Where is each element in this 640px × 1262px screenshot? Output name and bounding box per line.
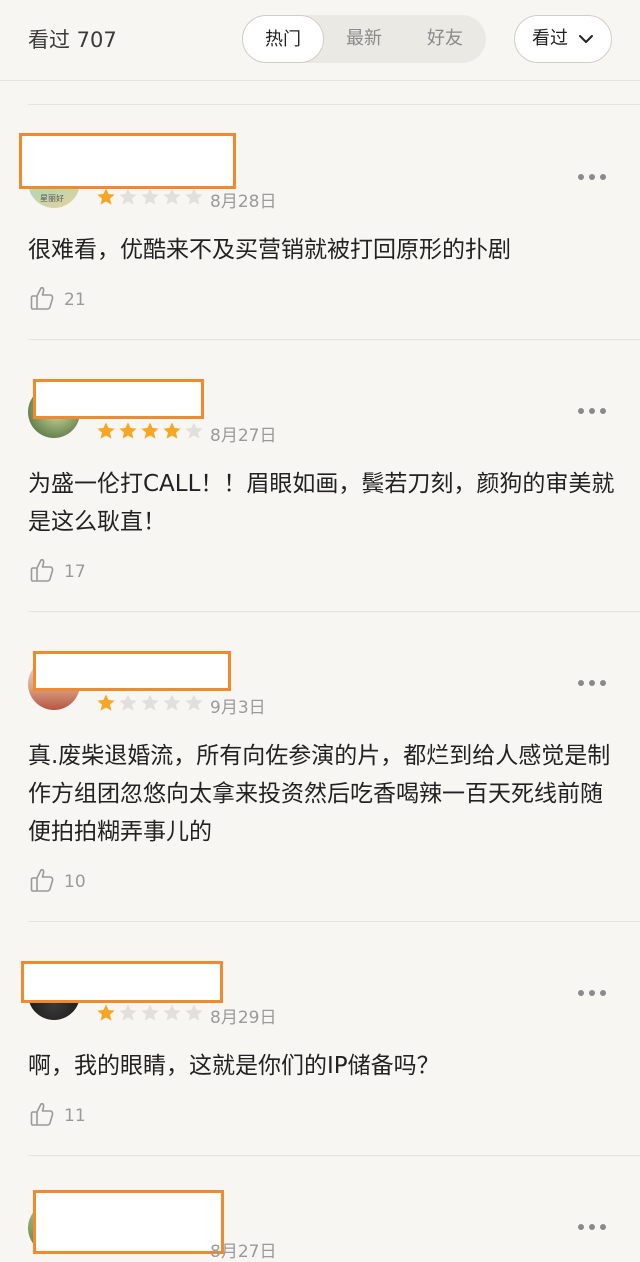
star-empty-icon	[185, 422, 203, 439]
star-filled-icon	[97, 1004, 115, 1021]
username-redaction	[33, 651, 231, 691]
review-date: 8月29日	[210, 1008, 277, 1028]
filter-label: 看过	[532, 28, 568, 49]
sort-segmented-control: 热门 最新 好友	[242, 15, 486, 63]
star-empty-icon	[163, 188, 181, 205]
tab-latest[interactable]: 最新	[324, 15, 404, 63]
star-filled-icon	[97, 188, 115, 205]
review-text: 为盛一伦打CALL！！眉眼如画，鬓若刀刻，颜狗的审美就是这么耿直！	[28, 471, 615, 535]
star-empty-icon	[141, 188, 159, 205]
username-redaction	[21, 961, 223, 1003]
more-options-icon[interactable]	[578, 1224, 606, 1232]
like-count: 21	[64, 290, 86, 310]
more-options-icon[interactable]	[578, 174, 606, 182]
review-text: 很难看，优酷来不及买营销就被打回原形的扑剧	[28, 237, 511, 263]
star-filled-icon	[141, 422, 159, 439]
tab-friends[interactable]: 好友	[404, 15, 486, 63]
like-count: 10	[64, 872, 86, 892]
like-count: 11	[64, 1106, 86, 1126]
thumbs-up-icon[interactable]	[30, 1101, 54, 1127]
divider	[28, 339, 640, 340]
star-empty-icon	[119, 1004, 137, 1021]
chevron-down-icon	[579, 35, 593, 43]
star-empty-icon	[185, 1004, 203, 1021]
divider	[28, 104, 640, 105]
review-date: 8月28日	[210, 192, 277, 212]
username-redaction	[19, 133, 236, 189]
more-options-icon[interactable]	[578, 680, 606, 688]
star-empty-icon	[163, 1004, 181, 1021]
more-options-icon[interactable]	[578, 990, 606, 998]
star-filled-icon	[119, 422, 137, 439]
username-redaction	[33, 379, 204, 419]
star-empty-icon	[141, 694, 159, 711]
star-filled-icon	[97, 694, 115, 711]
tab-hot[interactable]: 热门	[242, 15, 324, 63]
divider	[28, 1155, 640, 1156]
star-filled-icon	[97, 422, 115, 439]
divider	[28, 611, 640, 612]
like-count: 17	[64, 562, 86, 582]
thumbs-up-icon[interactable]	[30, 285, 54, 311]
star-empty-icon	[119, 694, 137, 711]
review-text: 啊，我的眼睛，这就是你们的IP储备吗？	[28, 1053, 440, 1079]
star-empty-icon	[163, 694, 181, 711]
star-empty-icon	[185, 188, 203, 205]
star-empty-icon	[141, 1004, 159, 1021]
review-text: 真.废柴退婚流，所有向佐参演的片，都烂到给人感觉是制作方组团忽悠向太拿来投资然后…	[28, 743, 611, 845]
review-date: 9月3日	[210, 698, 266, 718]
thumbs-up-icon[interactable]	[30, 867, 54, 893]
star-empty-icon	[185, 694, 203, 711]
thumbs-up-icon[interactable]	[30, 557, 54, 583]
review-date: 8月27日	[210, 426, 277, 446]
avatar-caption: 星丽好	[40, 194, 64, 203]
divider	[28, 921, 640, 922]
username-redaction	[33, 1190, 224, 1254]
star-filled-icon	[163, 422, 181, 439]
star-empty-icon	[119, 188, 137, 205]
top-bar: 看过 707 热门 最新 好友 看过	[0, 0, 640, 81]
more-options-icon[interactable]	[578, 408, 606, 416]
review-date: 8月27日	[210, 1242, 277, 1262]
watched-filter-dropdown[interactable]: 看过	[514, 15, 612, 63]
watched-count: 看过 707	[28, 28, 117, 52]
